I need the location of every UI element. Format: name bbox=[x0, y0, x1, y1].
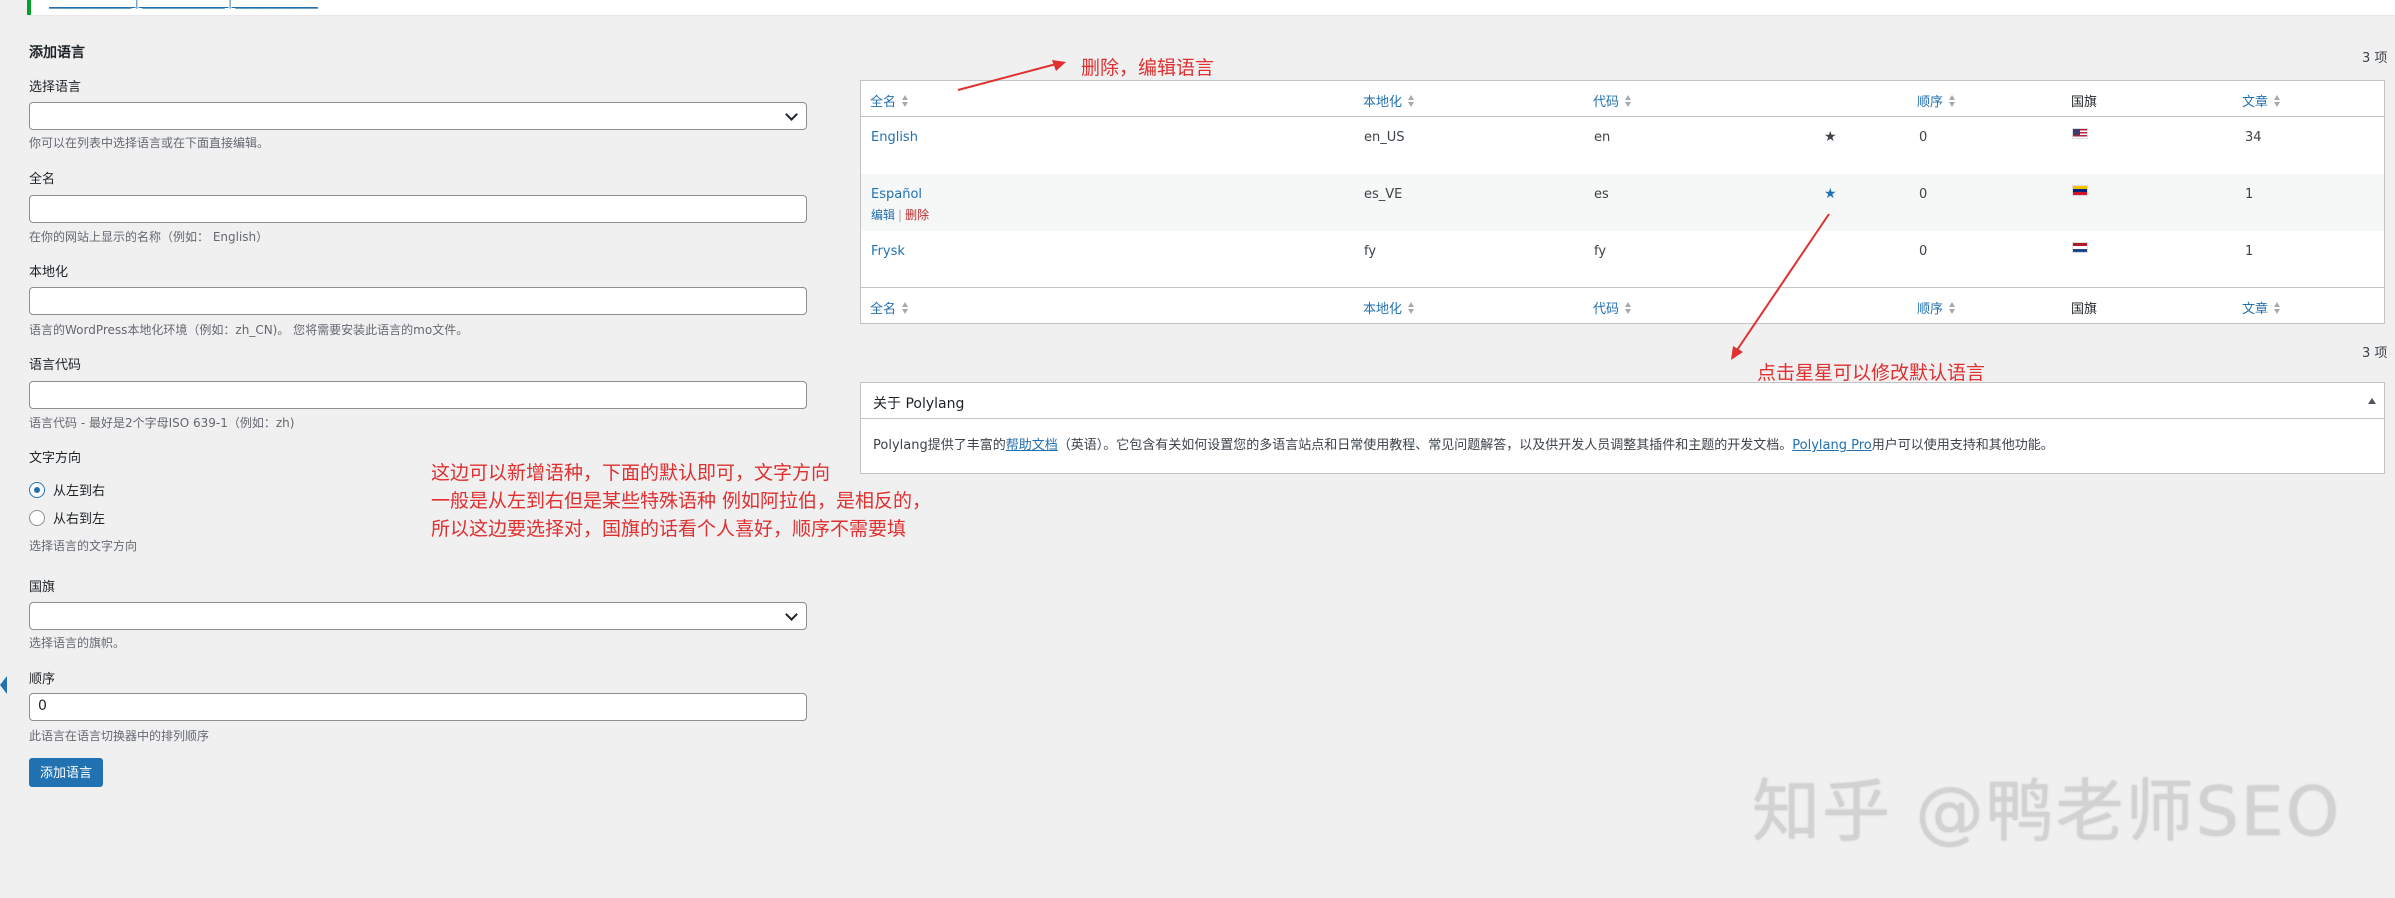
arrow-head bbox=[1731, 346, 1743, 360]
arrow-to-star bbox=[1734, 213, 1830, 354]
annotation-note-line2: 一般是从左到右但是某些特殊语种 例如阿拉伯，是相反的， bbox=[431, 490, 932, 512]
annotation-note-line1: 这边可以新增语种，下面的默认即可，文字方向 bbox=[431, 462, 831, 484]
annotation-delete-edit: 删除，编辑语言 bbox=[1081, 57, 1215, 79]
annotation-star-default: 点击星星可以修改默认语言 bbox=[1757, 362, 1986, 384]
arrow-head bbox=[1052, 60, 1066, 71]
annotation-note-line3: 所以这边要选择对，国旗的话看个人喜好，顺序不需要填 bbox=[431, 518, 907, 540]
watermark: 知乎 @鸭老师SEO bbox=[1752, 773, 2342, 852]
arrow-to-actions bbox=[957, 62, 1061, 91]
